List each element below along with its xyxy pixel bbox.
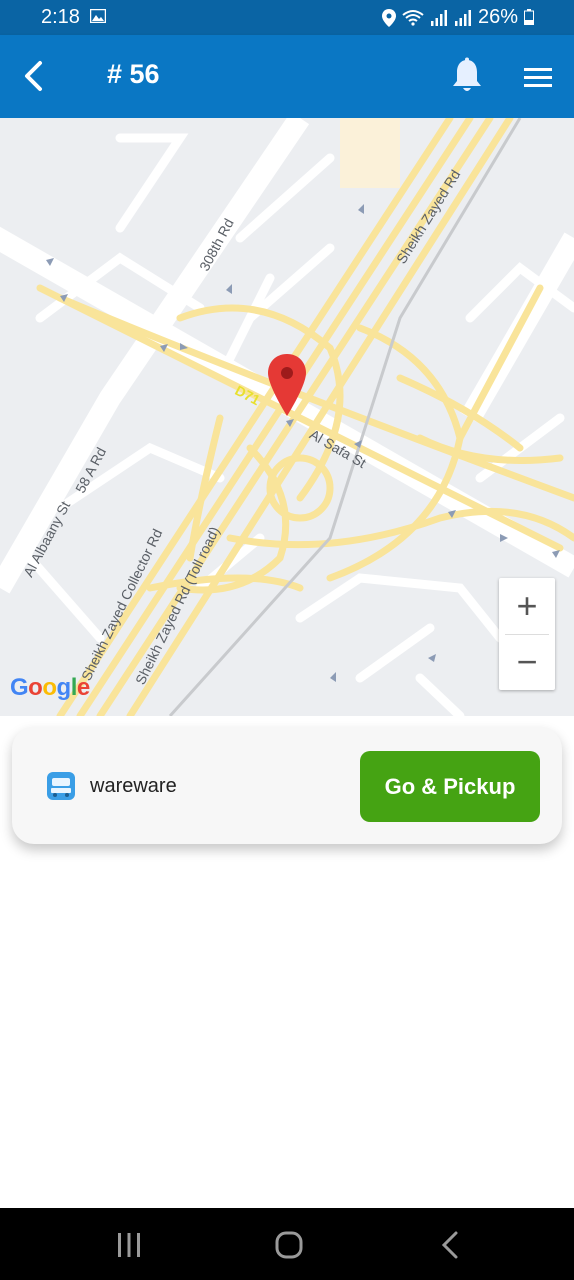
map-roads [0, 118, 574, 716]
home-icon[interactable] [274, 1230, 304, 1260]
zoom-controls: + − [499, 578, 555, 690]
map-view[interactable]: 308th Rd Sheikh Zayed Rd D71 Al Safa St … [0, 118, 574, 716]
signal-icon-2 [454, 9, 471, 26]
system-nav-bar [0, 1208, 574, 1280]
wifi-icon [402, 9, 424, 26]
system-back-icon[interactable] [439, 1230, 461, 1260]
signal-icon-1 [430, 9, 447, 26]
recents-icon[interactable] [116, 1232, 142, 1258]
zoom-out-button[interactable]: − [499, 634, 555, 690]
hamburger-menu-icon[interactable] [522, 63, 554, 91]
pickup-name: wareware [90, 775, 177, 797]
status-time: 2:18 [41, 6, 80, 28]
battery-icon [524, 9, 534, 25]
go-pickup-button[interactable]: Go & Pickup [360, 751, 540, 822]
status-bar: 2:18 26% [0, 0, 574, 35]
google-logo: Google [10, 674, 90, 701]
location-icon [381, 8, 396, 27]
app-bar: # 56 [0, 35, 574, 118]
pickup-card: wareware Go & Pickup [12, 727, 562, 844]
battery-percent: 26% [477, 6, 518, 28]
notification-bell-icon[interactable] [450, 57, 484, 95]
truck-icon [47, 772, 75, 800]
zoom-in-button[interactable]: + [499, 578, 555, 634]
back-arrow-icon[interactable] [18, 59, 50, 93]
status-indicators: 26% [381, 6, 518, 29]
page-title: # 56 [107, 59, 160, 89]
image-notification-icon [90, 9, 106, 23]
